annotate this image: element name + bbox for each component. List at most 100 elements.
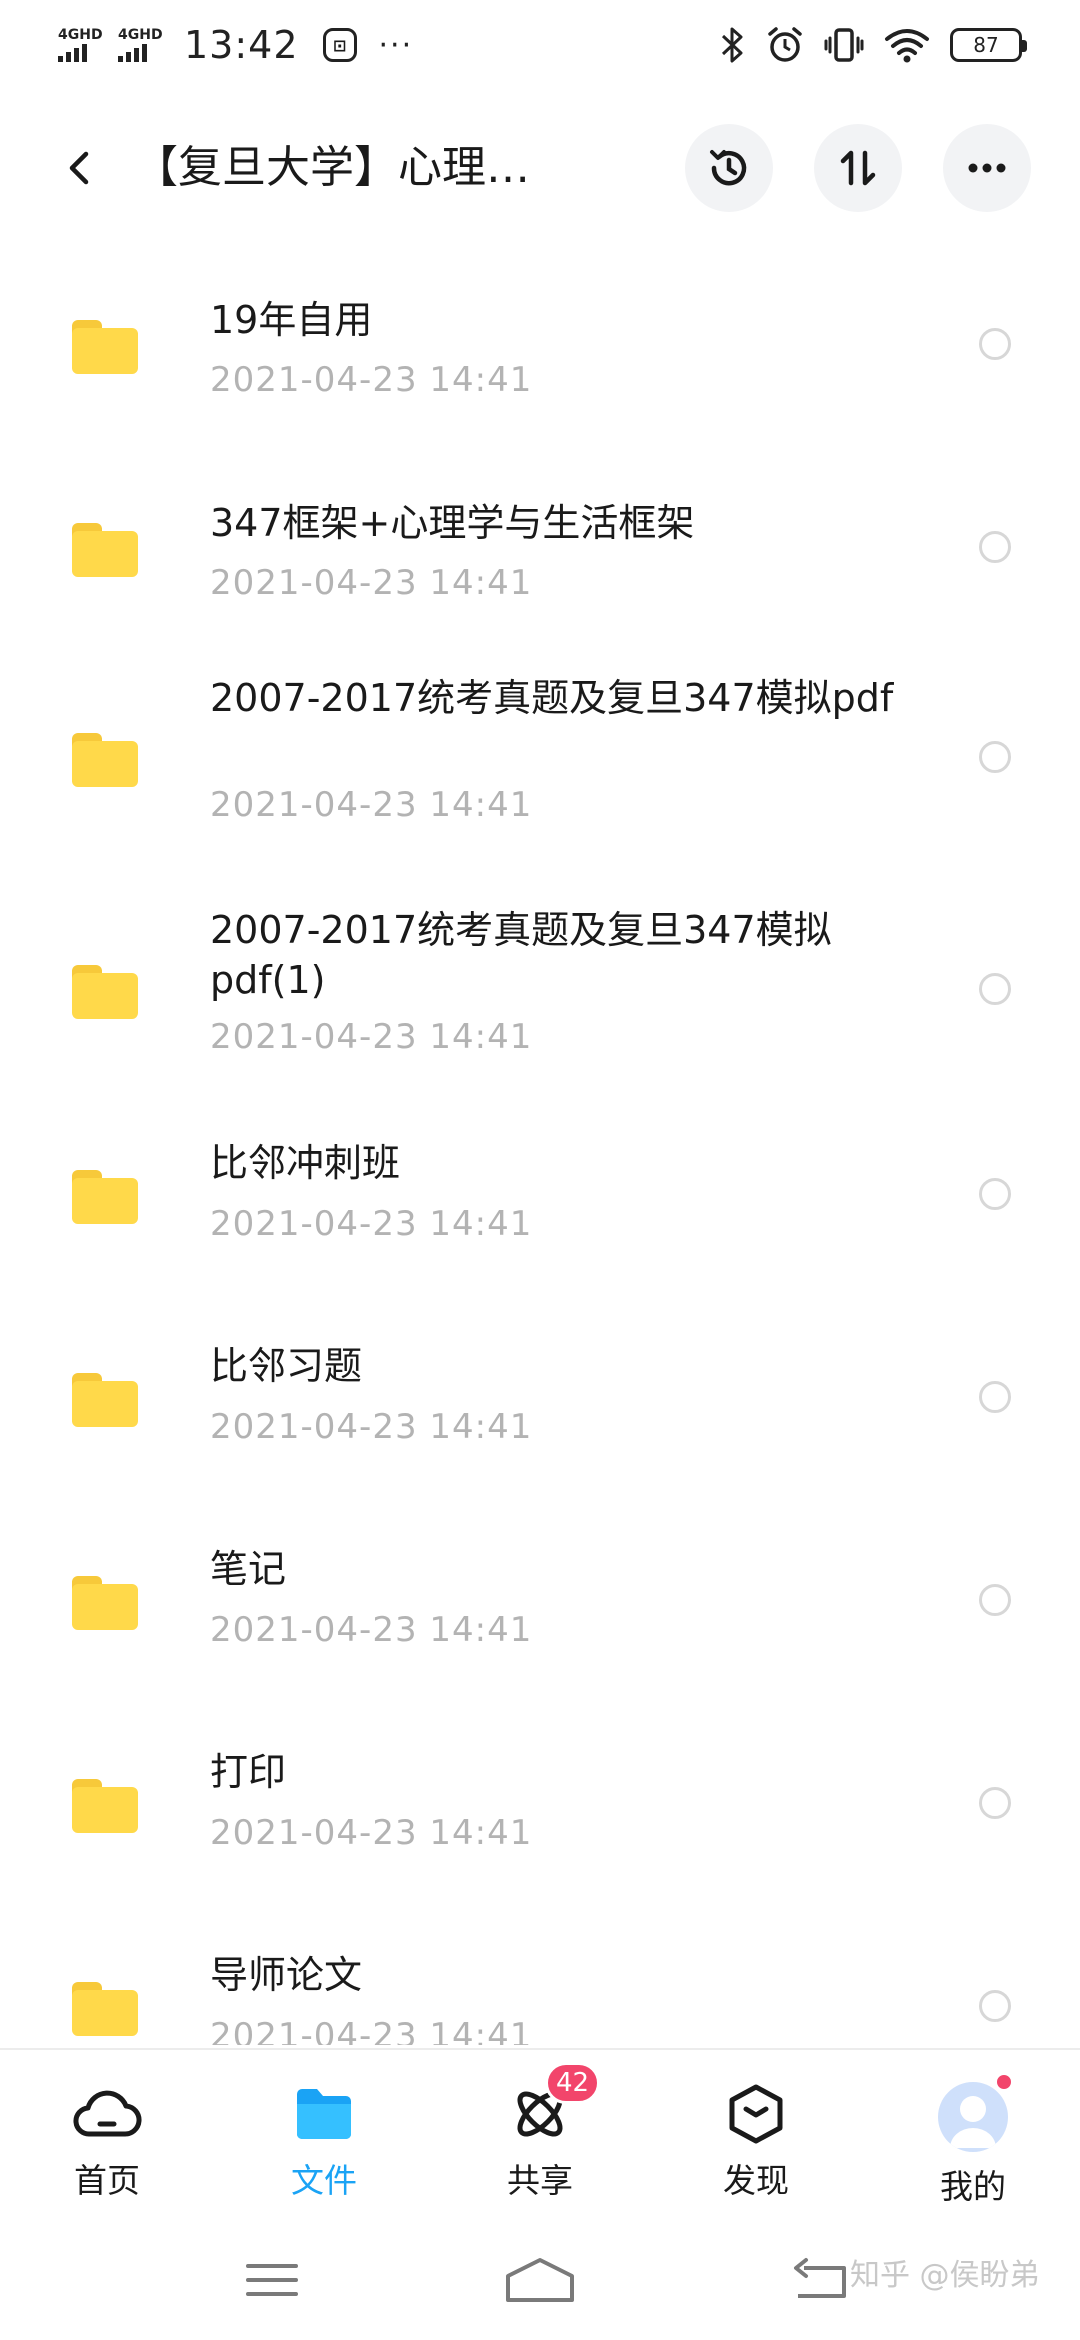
menu-icon: [246, 2264, 298, 2296]
folder-icon: [72, 1576, 138, 1630]
signal-indicator-1: 4GHD: [58, 28, 108, 62]
nav-share[interactable]: 42 共享: [460, 2062, 620, 2202]
select-radio[interactable]: [979, 1178, 1011, 1210]
folder-icon: [72, 320, 138, 374]
file-list: 19年自用 2021-04-23 14:41 347框架+心理学与生活框架 20…: [0, 245, 1080, 2045]
folder-icon: [72, 1982, 138, 2036]
system-menu-button[interactable]: [232, 2250, 312, 2310]
watermark: 知乎 @侯盼弟: [850, 2258, 1040, 2293]
status-more-notifications: ···: [378, 27, 414, 63]
list-item[interactable]: 打印 2021-04-23 14:41: [0, 1739, 1080, 1899]
select-radio[interactable]: [979, 1381, 1011, 1413]
file-date: 2021-04-23 14:41: [210, 563, 533, 603]
signal-label: 4GHD: [58, 27, 103, 43]
file-date: 2021-04-23 14:41: [210, 1017, 533, 1057]
header: 【复旦大学】心理…: [0, 118, 1080, 218]
status-left: 4GHD 4GHD 13:42 ⊡ ···: [58, 23, 413, 67]
file-date: 2021-04-23 14:41: [210, 2016, 533, 2045]
system-home-button[interactable]: [500, 2250, 580, 2310]
user-icon: [950, 2096, 996, 2148]
nav-discover-label: 发现: [723, 2161, 789, 2200]
wifi-icon: [885, 29, 929, 63]
signal-bars-icon: [58, 44, 87, 62]
file-name: 2007-2017统考真题及复旦347模拟pdf: [210, 676, 894, 720]
notification-app-icon: ⊡: [322, 28, 357, 62]
file-name: 2007-2017统考真题及复旦347模拟pdf(1): [210, 908, 832, 1002]
list-item[interactable]: 347框架+心理学与生活框架 2021-04-23 14:41: [0, 468, 1080, 628]
more-horizontal-icon: [968, 163, 1006, 173]
list-item[interactable]: 19年自用 2021-04-23 14:41: [0, 265, 1080, 425]
file-name: 比邻习题: [210, 1344, 363, 1388]
history-button[interactable]: [685, 124, 773, 212]
vibrate-icon: [824, 28, 864, 62]
nav-share-label: 共享: [507, 2161, 573, 2200]
folder-filled-icon: [289, 2082, 359, 2146]
notification-dot: [994, 2072, 1014, 2092]
alarm-icon: [768, 27, 802, 62]
bluetooth-icon: [721, 27, 743, 63]
signal-bars-icon: [118, 44, 147, 62]
system-back-button[interactable]: [780, 2250, 860, 2310]
battery-indicator: 87: [950, 28, 1027, 62]
chevron-left-icon: [69, 151, 89, 185]
return-icon: [794, 2258, 846, 2298]
nav-files-label: 文件: [291, 2161, 357, 2200]
share-badge: 42: [545, 2062, 601, 2104]
list-item[interactable]: 比邻冲刺班 2021-04-23 14:41: [0, 1130, 1080, 1290]
file-date: 2021-04-23 14:41: [210, 1407, 533, 1447]
select-radio[interactable]: [979, 1584, 1011, 1616]
file-date: 2021-04-23 14:41: [210, 1610, 533, 1650]
list-item[interactable]: 比邻习题 2021-04-23 14:41: [0, 1333, 1080, 1493]
discover-cube-icon: [721, 2082, 791, 2146]
cloud-icon: [72, 2082, 142, 2146]
battery-level: 87: [973, 33, 999, 57]
list-item[interactable]: 笔记 2021-04-23 14:41: [0, 1536, 1080, 1696]
back-button[interactable]: [48, 136, 112, 200]
nav-mine-label: 我的: [940, 2167, 1006, 2206]
folder-icon: [72, 1779, 138, 1833]
file-date: 2021-04-23 14:41: [210, 360, 533, 400]
file-name: 比邻冲刺班: [210, 1141, 401, 1185]
file-name: 347框架+心理学与生活框架: [210, 501, 695, 545]
list-item[interactable]: 导师论文 2021-04-23 14:41: [0, 1942, 1080, 2045]
avatar: [938, 2072, 1014, 2152]
atom-icon: 42: [505, 2062, 601, 2146]
more-options-button[interactable]: [943, 124, 1031, 212]
nav-mine[interactable]: 我的: [893, 2072, 1053, 2206]
home-icon: [506, 2258, 574, 2302]
select-radio[interactable]: [979, 973, 1011, 1005]
nav-home-label: 首页: [74, 2161, 140, 2200]
file-name: 打印: [210, 1750, 287, 1794]
select-radio[interactable]: [979, 1787, 1011, 1819]
folder-icon: [72, 965, 138, 1019]
file-date: 2021-04-23 14:41: [210, 1813, 533, 1853]
folder-icon: [72, 733, 138, 787]
nav-discover[interactable]: 发现: [676, 2082, 836, 2202]
sort-icon: [840, 150, 876, 186]
file-name: 19年自用: [210, 298, 373, 342]
select-radio[interactable]: [979, 741, 1011, 773]
status-time: 13:42: [184, 23, 299, 67]
nav-home[interactable]: 首页: [27, 2082, 187, 2202]
page-title: 【复旦大学】心理…: [134, 142, 530, 193]
select-radio[interactable]: [979, 531, 1011, 563]
sort-button[interactable]: [814, 124, 902, 212]
nav-files[interactable]: 文件: [244, 2082, 404, 2202]
file-date: 2021-04-23 14:41: [210, 785, 533, 825]
status-right: 87: [720, 26, 1027, 64]
folder-icon: [72, 523, 138, 577]
signal-label: 4GHD: [118, 27, 163, 43]
list-item[interactable]: 2007-2017统考真题及复旦347模拟pdf(1) 2021-04-23 1…: [0, 905, 1080, 1105]
folder-icon: [72, 1373, 138, 1427]
history-icon: [710, 150, 747, 186]
list-item[interactable]: 2007-2017统考真题及复旦347模拟pdf 2021-04-23 14:4…: [0, 673, 1080, 873]
status-bar: 4GHD 4GHD 13:42 ⊡ ··· 87: [0, 0, 1080, 90]
file-name: 笔记: [210, 1547, 287, 1591]
signal-indicator-2: 4GHD: [118, 28, 168, 62]
file-date: 2021-04-23 14:41: [210, 1204, 533, 1244]
select-radio[interactable]: [979, 1990, 1011, 2022]
select-radio[interactable]: [979, 328, 1011, 360]
bottom-nav: 首页 文件 42 共享 发现 我的: [0, 2048, 1080, 2220]
file-name: 导师论文: [210, 1953, 363, 1997]
folder-icon: [72, 1170, 138, 1224]
